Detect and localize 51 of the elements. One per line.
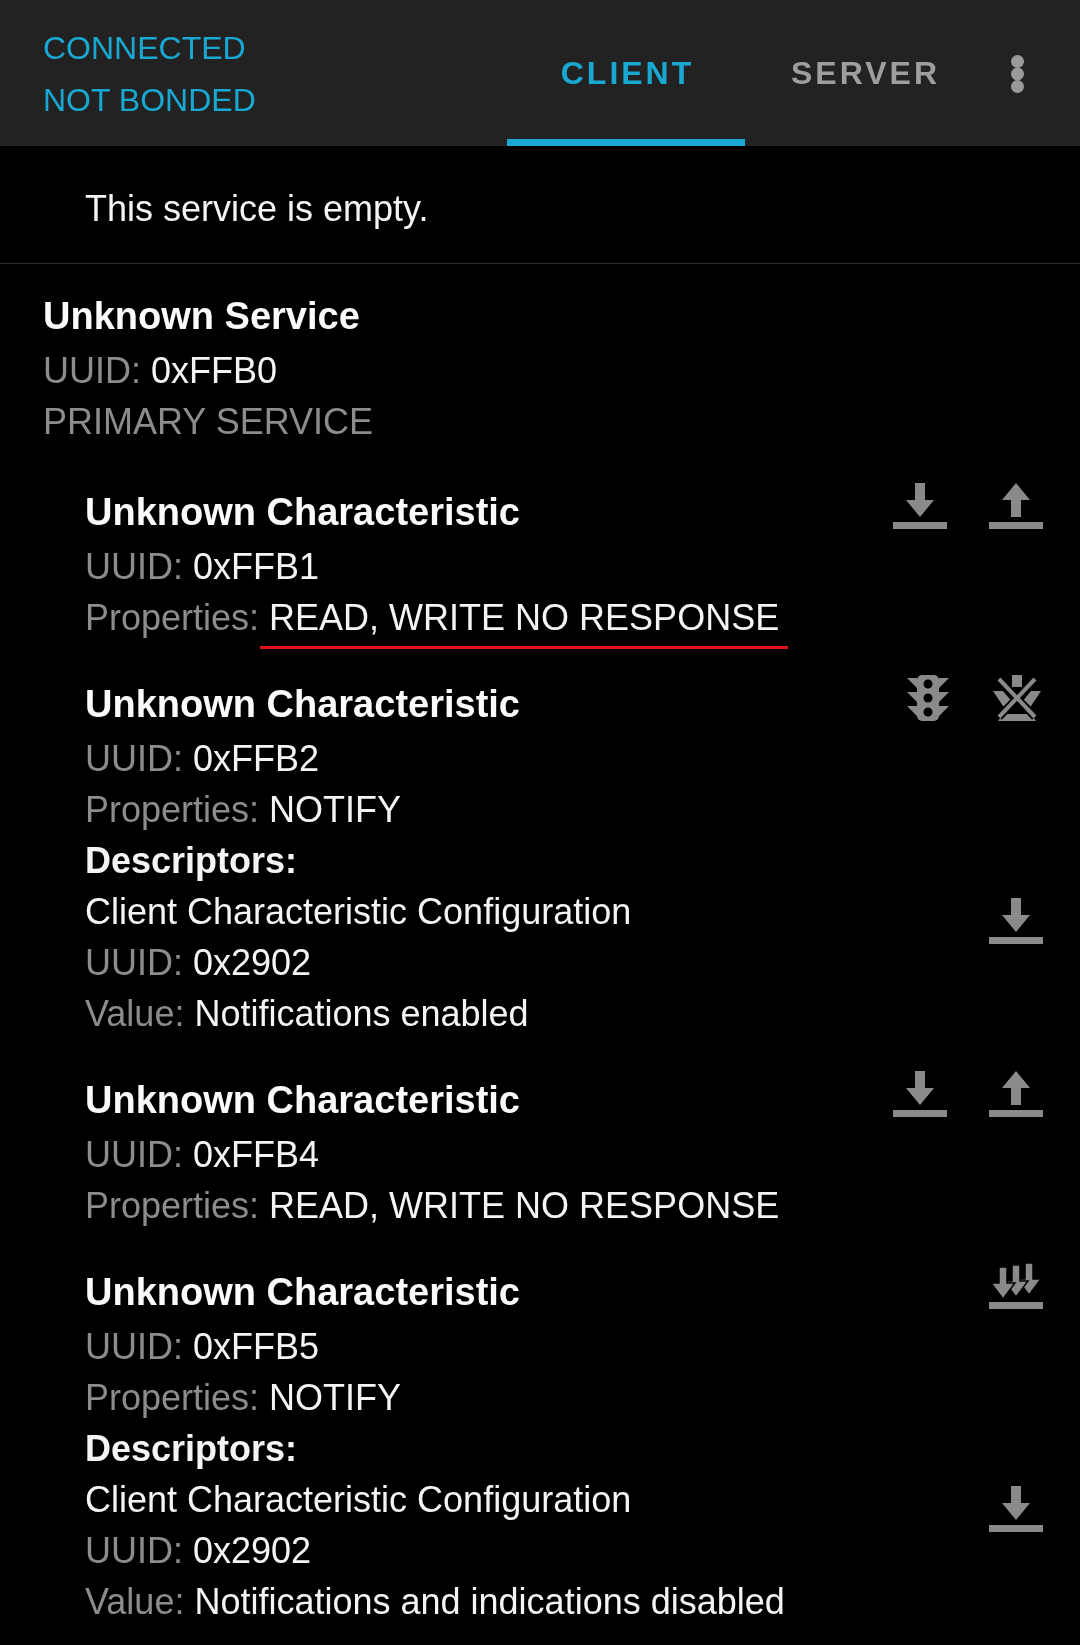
properties-label: Properties: — [85, 1185, 260, 1226]
uuid-label: UUID: — [85, 1134, 183, 1175]
tab[interactable]: CLIENT — [507, 0, 745, 146]
service-type: PRIMARY SERVICE — [43, 400, 375, 444]
properties-label: Properties: — [85, 789, 260, 830]
characteristic-name[interactable]: Unknown Characteristic — [85, 1263, 520, 1321]
descriptor-value: Notifications and indications disabled — [194, 1581, 785, 1622]
uuid-label: UUID: — [43, 350, 141, 391]
uuid-value: 0xFFB1 — [193, 546, 320, 587]
uuid-value: 0x2902 — [193, 1530, 312, 1571]
descriptors-heading: Descriptors: — [85, 1427, 299, 1471]
descriptors-heading: Descriptors: — [85, 839, 299, 883]
uuid-label: UUID: — [85, 546, 183, 587]
uuid-label: UUID: — [85, 738, 183, 779]
descriptor-name[interactable]: Client Characteristic Configuration — [85, 1474, 632, 1525]
crossed-arrows-icon[interactable] — [991, 675, 1043, 721]
empty-service-message: This service is empty. — [85, 187, 430, 231]
tab[interactable]: SERVER — [745, 0, 983, 146]
properties-value: READ, WRITE NO RESPONSE — [260, 597, 789, 649]
uuid-label: UUID: — [85, 1530, 183, 1571]
properties-label: Properties: — [85, 597, 260, 638]
properties-value: NOTIFY — [269, 1377, 402, 1418]
traffic-light-icon[interactable] — [907, 675, 949, 721]
download-icon[interactable] — [893, 1071, 947, 1117]
upload-icon[interactable] — [989, 483, 1043, 529]
characteristic-name[interactable]: Unknown Characteristic — [85, 1071, 520, 1129]
multiple-down-arrows-icon[interactable] — [989, 1263, 1043, 1309]
value-label: Value: — [85, 1581, 185, 1622]
download-icon[interactable] — [893, 483, 947, 529]
more-options-icon[interactable] — [1011, 55, 1024, 93]
uuid-value: 0x2902 — [193, 942, 312, 983]
connection-status: CONNECTED — [43, 29, 246, 68]
characteristic-name[interactable]: Unknown Characteristic — [85, 483, 520, 541]
uuid-label: UUID: — [85, 1326, 183, 1367]
uuid-value: 0xFFB5 — [193, 1326, 320, 1367]
uuid-value: 0xFFB4 — [193, 1134, 320, 1175]
uuid-value: 0xFFB0 — [151, 350, 278, 391]
upload-icon[interactable] — [989, 1071, 1043, 1117]
characteristic-name[interactable]: Unknown Characteristic — [85, 675, 520, 733]
value-label: Value: — [85, 993, 185, 1034]
uuid-label: UUID: — [85, 942, 183, 983]
descriptor-name[interactable]: Client Characteristic Configuration — [85, 886, 632, 937]
bond-status: NOT BONDED — [43, 81, 256, 120]
descriptor-value: Notifications enabled — [194, 993, 529, 1034]
properties-value: READ, WRITE NO RESPONSE — [269, 1185, 780, 1226]
properties-label: Properties: — [85, 1377, 260, 1418]
properties-value: NOTIFY — [269, 789, 402, 830]
download-icon[interactable] — [989, 898, 1043, 944]
uuid-value: 0xFFB2 — [193, 738, 320, 779]
service-name: Unknown Service — [43, 294, 361, 339]
download-icon[interactable] — [989, 1486, 1043, 1532]
